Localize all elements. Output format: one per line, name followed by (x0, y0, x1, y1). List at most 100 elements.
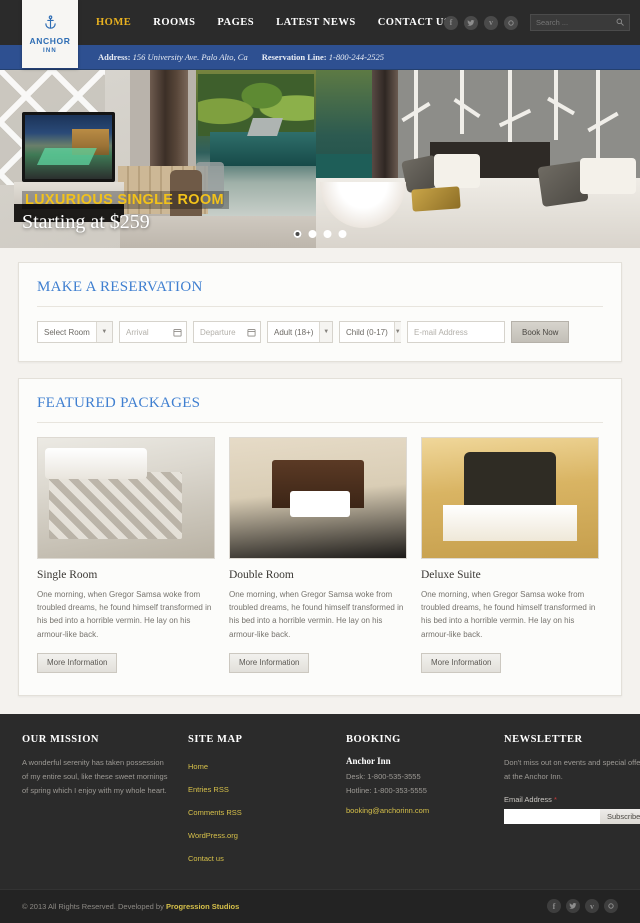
developer-link[interactable]: Progression Studios (166, 902, 239, 911)
chevron-down-icon[interactable]: ▼ (95, 322, 112, 342)
address-label: Address: (98, 52, 131, 62)
newsletter-field-label: Email Address * (504, 795, 640, 804)
double-room-photo[interactable] (229, 437, 407, 559)
twitter-icon[interactable] (464, 15, 478, 30)
booking-email-link[interactable]: booking@anchorinn.com (346, 806, 429, 815)
mission-text: A wonderful serenity has taken possessio… (22, 757, 168, 795)
select-room-dropdown[interactable]: Select Room ▼ (37, 321, 113, 343)
more-information-button[interactable]: More Information (421, 652, 502, 673)
hero-caption: LUXURIOUS SINGLE ROOM Starting at $259 (22, 191, 229, 234)
more-information-button[interactable]: More Information (37, 652, 118, 673)
divider (37, 306, 603, 307)
subscribe-button[interactable]: Subscribe (600, 808, 640, 824)
mission-heading: OUR MISSION (22, 733, 99, 745)
reservation-form: Select Room ▼ Arrival Departure Adult (1… (37, 321, 603, 343)
reservation-panel: MAKE A RESERVATION Select Room ▼ Arrival… (18, 262, 622, 362)
child-count-dropdown[interactable]: Child (0-17) ▼ (339, 321, 401, 343)
sitemap-link-contact-us[interactable]: Contact us (188, 854, 224, 863)
booking-hotline-phone: Hotline: 1-800-353-5555 (346, 785, 427, 795)
package-description: One morning, when Gregor Samsa woke from… (421, 590, 596, 639)
copyright-text: © 2013 All Rights Reserved. Developed by… (22, 902, 239, 911)
nav-item-latest-news[interactable]: LATEST NEWS (276, 17, 356, 28)
reservation-value: 1-800-244-2525 (328, 52, 384, 62)
divider (37, 422, 603, 423)
sitemap-link-home[interactable]: Home (188, 762, 208, 771)
search-box[interactable] (530, 14, 630, 31)
select-room-value: Select Room (44, 327, 90, 337)
chevron-down-icon[interactable]: ▼ (319, 322, 332, 342)
package-card[interactable]: Double Room One morning, when Gregor Sam… (229, 437, 407, 673)
address-text: Address: 156 University Ave. Palo Alto, … (98, 52, 248, 62)
calendar-icon[interactable] (242, 322, 260, 342)
site-logo[interactable]: ANCHOR INN (22, 0, 78, 68)
anchor-icon (44, 14, 57, 34)
footer-booking-column: BOOKING Anchor Inn Desk: 1-800-535-3555 … (346, 734, 486, 871)
email-placeholder: E-mail Address (414, 327, 468, 337)
sitemap-link-comments-rss[interactable]: Comments RSS (188, 808, 242, 817)
vimeo-icon[interactable]: v (484, 15, 498, 30)
arrival-placeholder: Arrival (126, 327, 149, 337)
search-input[interactable] (536, 18, 616, 27)
search-icon[interactable] (616, 18, 624, 28)
single-room-photo[interactable] (37, 437, 215, 559)
reservation-title: MAKE A RESERVATION (37, 279, 203, 295)
calendar-icon[interactable] (168, 322, 186, 342)
package-card[interactable]: Single Room One morning, when Gregor Sam… (37, 437, 215, 673)
slider-pagination[interactable] (293, 230, 347, 238)
sitemap-link-entries-rss[interactable]: Entries RSS (188, 785, 229, 794)
nav-item-home[interactable]: HOME (96, 17, 131, 28)
slider-dot-2[interactable] (308, 230, 317, 238)
booking-heading: BOOKING (346, 733, 401, 745)
newsletter-email-input[interactable] (504, 808, 600, 824)
deluxe-suite-photo[interactable] (421, 437, 599, 559)
departure-placeholder: Departure (200, 327, 236, 337)
email-field[interactable]: E-mail Address (407, 321, 505, 343)
logo-name: ANCHOR (29, 35, 71, 46)
departure-date-input[interactable]: Departure (193, 321, 261, 343)
hero-title: Starting at $259 (22, 211, 150, 233)
chevron-down-icon[interactable]: ▼ (393, 322, 401, 342)
nav-item-rooms[interactable]: ROOMS (153, 17, 195, 28)
hero-eyebrow: LUXURIOUS SINGLE ROOM (22, 191, 229, 209)
booking-hotel-name: Anchor Inn (346, 755, 391, 766)
copyright-notice: © 2013 All Rights Reserved. Developed by (22, 901, 166, 911)
slider-dot-1[interactable] (293, 230, 302, 238)
nav-item-pages[interactable]: PAGES (217, 17, 254, 28)
vimeo-icon[interactable]: v (585, 899, 599, 914)
facebook-icon[interactable]: f (444, 15, 458, 30)
slider-dot-3[interactable] (323, 230, 332, 238)
footer-newsletter-column: NEWSLETTER Don't miss out on events and … (504, 734, 640, 871)
nav-item-contact-us[interactable]: CONTACT US (378, 17, 451, 28)
footer-mission-column: OUR MISSION A wonderful serenity has tak… (22, 734, 170, 871)
hero-slider[interactable]: LUXURIOUS SINGLE ROOM Starting at $259 (0, 70, 640, 248)
google-plus-icon[interactable] (504, 15, 518, 30)
top-navigation-bar: ANCHOR INN HOME ROOMS PAGES LATEST NEWS … (0, 0, 640, 68)
required-marker: * (554, 794, 557, 804)
site-footer: OUR MISSION A wonderful serenity has tak… (0, 713, 640, 889)
slider-dot-4[interactable] (338, 230, 347, 238)
contact-info-bar: Address: 156 University Ave. Palo Alto, … (0, 45, 640, 70)
copyright-bar: © 2013 All Rights Reserved. Developed by… (0, 888, 640, 923)
page-content: MAKE A RESERVATION Select Room ▼ Arrival… (0, 262, 640, 696)
more-information-button[interactable]: More Information (229, 652, 310, 673)
arrival-date-input[interactable]: Arrival (119, 321, 187, 343)
facebook-icon[interactable]: f (547, 899, 561, 914)
newsletter-text: Don't miss out on events and special off… (504, 757, 640, 781)
list-item: WordPress.org (188, 825, 328, 843)
adult-count-dropdown[interactable]: Adult (18+) ▼ (267, 321, 333, 343)
package-description: One morning, when Gregor Samsa woke from… (37, 590, 212, 639)
book-now-button[interactable]: Book Now (511, 321, 570, 343)
reservation-label: Reservation Line: (261, 52, 327, 62)
list-item: Entries RSS (188, 779, 328, 797)
footer-sitemap-column: SITE MAP Home Entries RSS Comments RSS W… (188, 734, 328, 871)
twitter-icon[interactable] (566, 899, 580, 914)
footer-social-links: f v (547, 899, 618, 914)
package-description: One morning, when Gregor Samsa woke from… (229, 590, 404, 639)
newsletter-label-text: Email Address (504, 794, 552, 804)
sitemap-link-wordpress[interactable]: WordPress.org (188, 831, 238, 840)
sitemap-heading: SITE MAP (188, 733, 243, 745)
list-item: Contact us (188, 848, 328, 866)
package-card[interactable]: Deluxe Suite One morning, when Gregor Sa… (421, 437, 599, 673)
google-plus-icon[interactable] (604, 899, 618, 914)
header-utilities: f v (444, 0, 630, 45)
